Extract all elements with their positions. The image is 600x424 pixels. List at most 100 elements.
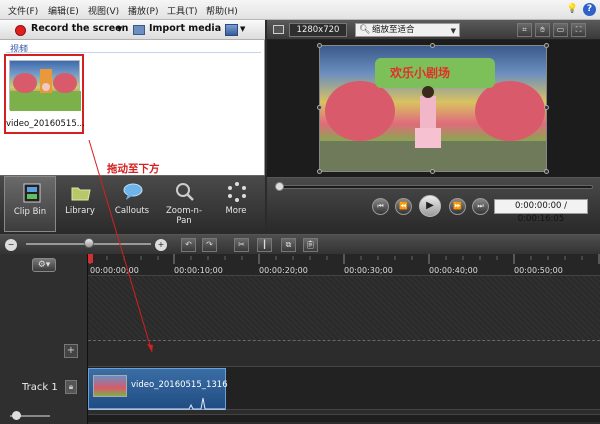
skip-to-start-icon[interactable]: ⏮ [372,198,389,215]
import-media-button[interactable]: Import media [149,23,221,34]
timeline-horizontal-scrollbar[interactable] [88,414,600,422]
annotation-text: 拖动至下方 [107,163,160,175]
resize-handle[interactable] [317,169,322,174]
menu-view[interactable]: 视图(V) [88,4,119,17]
zoom-select-value: 缩放至适合 [372,25,415,35]
menu-edit[interactable]: 编辑(E) [48,4,79,17]
timeline-zoom-handle[interactable] [84,238,94,248]
tab-library[interactable]: Library [54,176,106,232]
tab-library-label: Library [65,206,95,216]
tab-clip-bin-label: Clip Bin [13,207,47,217]
crop-icon[interactable]: ⌗ [517,23,532,37]
ruler-tick-label: 00:00:50;00 [514,266,563,275]
resize-handle[interactable] [544,43,549,48]
ruler-tick-label: 00:00:00;00 [90,266,139,275]
magnifier-icon [176,183,194,201]
tab-more[interactable]: More [210,176,262,232]
resolution-display[interactable]: 1280x720 [289,23,347,37]
menu-file[interactable]: 文件(F) [8,4,38,17]
audio-waveform [89,397,225,410]
resize-handle[interactable] [317,43,322,48]
resize-handle[interactable] [430,43,435,48]
clip-bin-panel: 视频 video_20160515... [0,40,265,175]
clip-filename: video_20160515... [6,119,85,129]
task-tabs-bar: Clip Bin Library Callouts Zoom-n- Pan Mo… [0,175,265,232]
resize-handle[interactable] [544,169,549,174]
fast-forward-icon[interactable]: ⏩ [449,198,466,215]
track-lock-icon[interactable]: 🔒︎ [65,380,77,394]
preview-toolbar: 1280x720 🔍︎ 缩放至适合 ▼ ⌗ ✋︎ ▭ ⛶ [267,20,600,40]
menu-tools[interactable]: 工具(T) [167,4,198,17]
add-track-icon[interactable]: + [64,344,78,358]
view-dropdown-icon[interactable]: ▼ [240,25,245,33]
tab-more-label: More [225,206,247,216]
preview-canvas: 欢乐小剧场 [267,40,600,177]
ruler-tick-label: 00:00:10;00 [174,266,223,275]
copy-icon[interactable]: ⧉ [281,238,296,252]
timeline-ruler[interactable]: 00:00:00;00 00:00:10;00 00:00:20;00 00:0… [88,254,600,276]
scrub-bar[interactable] [277,185,593,189]
view-options-icon[interactable] [225,24,238,36]
ruler-tick-label: 00:00:30;00 [344,266,393,275]
camtasia-window: 文件(F) 编辑(E) 视图(V) 播放(P) 工具(T) 帮助(H) 💡 ? … [0,0,600,424]
rewind-icon[interactable]: ⏪ [395,198,412,215]
undo-icon[interactable]: ↶ [181,238,196,252]
timeline-clip[interactable]: video_20160515_1316 [88,368,228,410]
timeline-tracks: video_20160515_1316 [88,276,600,424]
tab-clip-bin[interactable]: Clip Bin [4,176,56,232]
skip-to-end-icon[interactable]: ⏭ [472,198,489,215]
film-icon [23,183,41,203]
folder-icon [71,187,91,201]
cut-icon[interactable]: ✂ [234,238,249,252]
track-settings-gear-icon[interactable]: ⚙▾ [32,258,56,272]
track-1-row[interactable]: video_20160515_1316 [88,366,600,410]
menu-help[interactable]: 帮助(H) [206,4,238,17]
search-icon: 🔍︎ [359,25,371,35]
clip-preview-image [9,60,81,111]
resize-handle[interactable] [317,105,322,110]
resize-handle[interactable] [430,169,435,174]
clip-thumbnail[interactable]: video_20160515... [4,54,85,134]
menu-play[interactable]: 播放(P) [128,4,158,17]
ruler-tick-label: 00:00:40;00 [429,266,478,275]
record-icon [15,25,26,36]
tip-bulb-icon[interactable]: 💡 [566,3,579,16]
record-screen-button[interactable]: Record the screen [31,23,128,34]
help-icon[interactable]: ? [583,3,596,16]
tab-callouts-label: Callouts [114,206,150,216]
track-label: Track 1 [22,382,58,393]
monitor-icon[interactable] [273,25,284,34]
time-readout: 0:00:00:00 / 0:00:16:05 [494,199,588,224]
tab-callouts[interactable]: Callouts [106,176,158,232]
resize-handle[interactable] [544,105,549,110]
clip-bin-toolbar: Record the screen ▼ Import media ▼ [0,20,265,40]
menu-bar: 文件(F) 编辑(E) 视图(V) 播放(P) 工具(T) 帮助(H) 💡 ? [0,0,600,20]
more-dots-icon [228,182,246,202]
track-height-handle[interactable] [12,411,21,420]
dropdown-arrow-icon[interactable]: ▼ [117,25,122,33]
detach-preview-icon[interactable]: ▭ [553,23,568,37]
stage-scene-icon [10,69,81,111]
playhead-marker[interactable] [88,254,93,263]
tab-zoom-n-pan-label: Zoom-n- Pan [165,206,203,226]
header-divider [6,52,261,53]
scrub-handle[interactable] [275,182,284,191]
fullscreen-icon[interactable]: ⛶ [571,23,586,37]
empty-track-area[interactable] [88,276,600,340]
speech-bubble-icon [123,183,143,200]
zoom-select[interactable]: 🔍︎ 缩放至适合 ▼ [355,23,460,37]
playback-controls: ⏮ ⏪ ▶ ⏩ ⏭ 0:00:00:00 / 0:00:16:05 [267,177,600,231]
timeline-clip-thumbnail [93,375,127,397]
redo-icon[interactable]: ↷ [202,238,217,252]
paste-icon[interactable]: 📋︎ [303,238,318,252]
pan-hand-icon[interactable]: ✋︎ [535,23,550,37]
drop-zone-divider [88,340,600,341]
zoom-in-icon[interactable]: + [155,239,167,251]
tab-zoom-n-pan[interactable]: Zoom-n- Pan [158,176,210,232]
chevron-down-icon: ▼ [450,27,456,35]
split-icon[interactable]: ┃ [257,238,272,252]
video-frame[interactable]: 欢乐小剧场 [319,45,547,172]
zoom-out-icon[interactable]: − [5,239,17,251]
ruler-tick-label: 00:00:20;00 [259,266,308,275]
play-button[interactable]: ▶ [419,195,441,217]
